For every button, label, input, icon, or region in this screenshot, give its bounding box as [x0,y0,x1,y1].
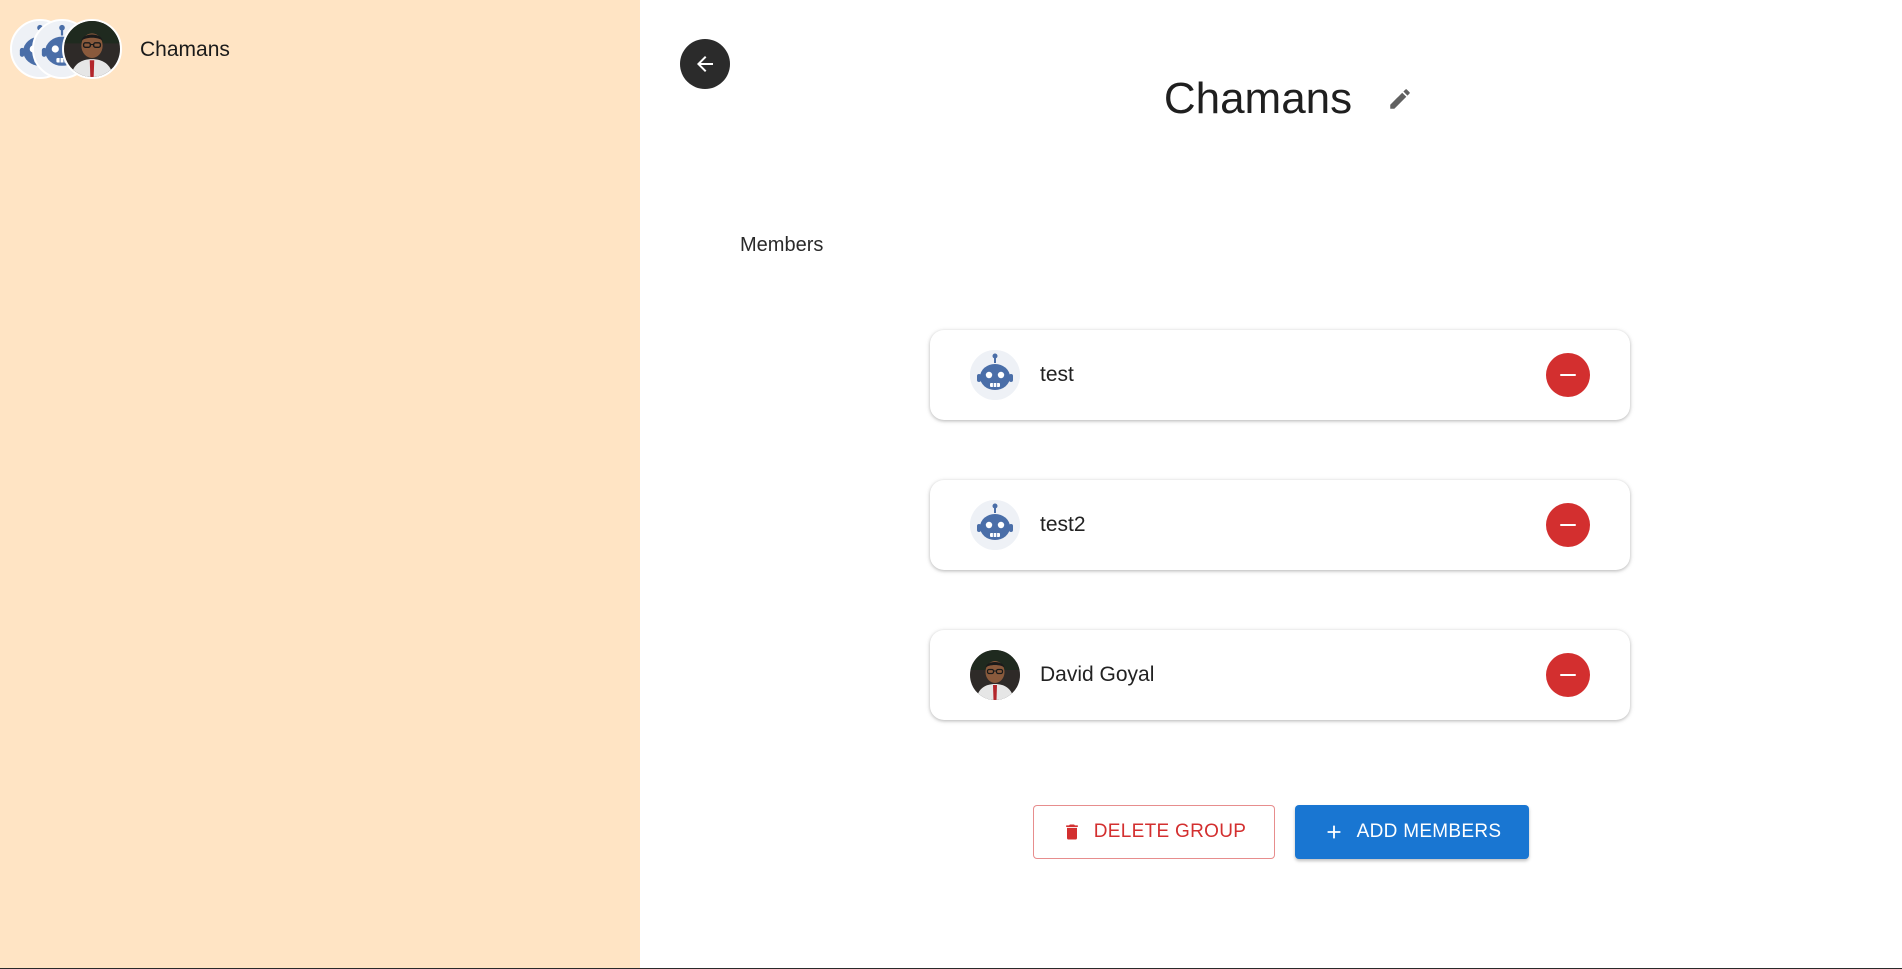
delete-group-button[interactable]: DELETE GROUP [1033,805,1275,859]
group-details-panel: Chamans Members test test2 David Goyal D… [640,0,1902,969]
member-card: David Goyal [930,630,1630,720]
group-name: Chamans [140,38,230,61]
remove-member-button[interactable] [1546,503,1590,547]
plus-icon [1323,821,1345,843]
person-avatar [970,650,1020,700]
member-card: test2 [930,480,1630,570]
robot-avatar [970,350,1020,400]
title-row: Chamans [640,74,1902,124]
member-name: test [1040,363,1074,386]
action-bar: DELETE GROUP ADD MEMBERS [1033,805,1529,859]
remove-member-button[interactable] [1546,653,1590,697]
pencil-icon [1390,89,1410,109]
trash-icon [1062,821,1082,843]
edit-name-button[interactable] [1382,81,1418,117]
minus-icon [1560,523,1576,527]
member-name: test2 [1040,513,1086,536]
add-members-label: ADD MEMBERS [1356,821,1502,842]
group-avatar-stack [10,18,124,82]
minus-icon [1560,673,1576,677]
sidebar: Chamans [0,0,640,969]
member-list: test test2 David Goyal [930,330,1632,780]
page-title: Chamans [1163,74,1353,123]
member-card: test [930,330,1630,420]
robot-avatar [970,500,1020,550]
delete-group-label: DELETE GROUP [1093,821,1247,842]
minus-icon [1560,373,1576,377]
remove-member-button[interactable] [1546,353,1590,397]
member-name: David Goyal [1040,663,1155,686]
group-list-item[interactable]: Chamans [10,18,230,82]
add-members-button[interactable]: ADD MEMBERS [1295,805,1529,859]
arrow-left-icon [697,56,713,72]
members-label: Members [740,234,824,256]
person-avatar [62,19,122,79]
